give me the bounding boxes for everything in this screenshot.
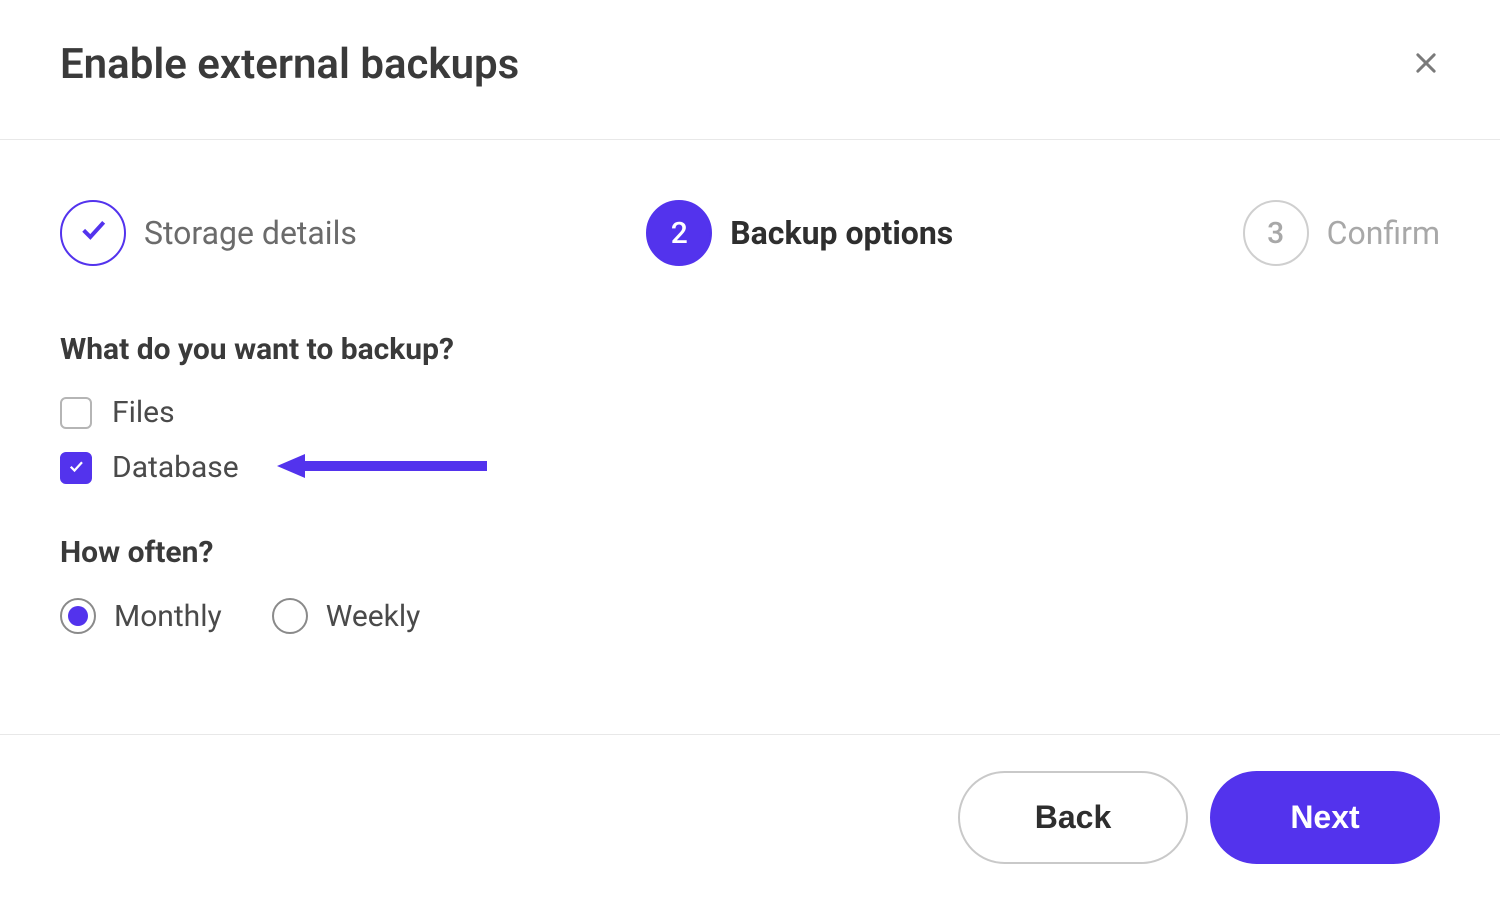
step-circle-upcoming: 3 [1243, 200, 1309, 266]
checkbox-item-files: Files [60, 395, 1440, 430]
checkbox-label: Database [112, 450, 239, 485]
step-label: Storage details [144, 214, 357, 252]
check-icon [77, 213, 109, 253]
step-label: Confirm [1327, 214, 1440, 252]
section-title-what: What do you want to backup? [60, 332, 1440, 367]
arrow-annotation [277, 452, 487, 484]
modal-title: Enable external backups [60, 40, 519, 89]
checkbox-item-database: Database [60, 450, 1440, 485]
check-icon [67, 457, 85, 479]
close-icon [1412, 44, 1440, 85]
backup-what-group: Files Database [60, 395, 1440, 485]
modal-footer: Back Next [0, 734, 1500, 924]
modal-header: Enable external backups [0, 0, 1500, 140]
radio-item-weekly: Weekly [272, 598, 421, 634]
modal-content: Storage details 2 Backup options 3 Confi… [0, 140, 1500, 634]
radio-item-monthly: Monthly [60, 598, 222, 634]
radio-label: Weekly [326, 599, 421, 634]
step-backup-options[interactable]: 2 Backup options [646, 200, 953, 266]
backup-frequency-group: Monthly Weekly [60, 598, 1440, 634]
radio-monthly[interactable] [60, 598, 96, 634]
step-circle-active: 2 [646, 200, 712, 266]
step-indicator: Storage details 2 Backup options 3 Confi… [60, 140, 1440, 316]
checkbox-files[interactable] [60, 397, 92, 429]
checkbox-database[interactable] [60, 452, 92, 484]
close-button[interactable] [1412, 47, 1440, 83]
back-button[interactable]: Back [958, 771, 1188, 864]
checkbox-label: Files [112, 395, 175, 430]
next-button[interactable]: Next [1210, 771, 1440, 864]
arrow-left-icon [277, 452, 487, 484]
step-storage-details[interactable]: Storage details [60, 200, 357, 266]
section-title-frequency: How often? [60, 535, 1440, 570]
step-label: Backup options [730, 214, 953, 252]
radio-weekly[interactable] [272, 598, 308, 634]
step-confirm[interactable]: 3 Confirm [1243, 200, 1440, 266]
radio-label: Monthly [114, 599, 222, 634]
step-circle-completed [60, 200, 126, 266]
